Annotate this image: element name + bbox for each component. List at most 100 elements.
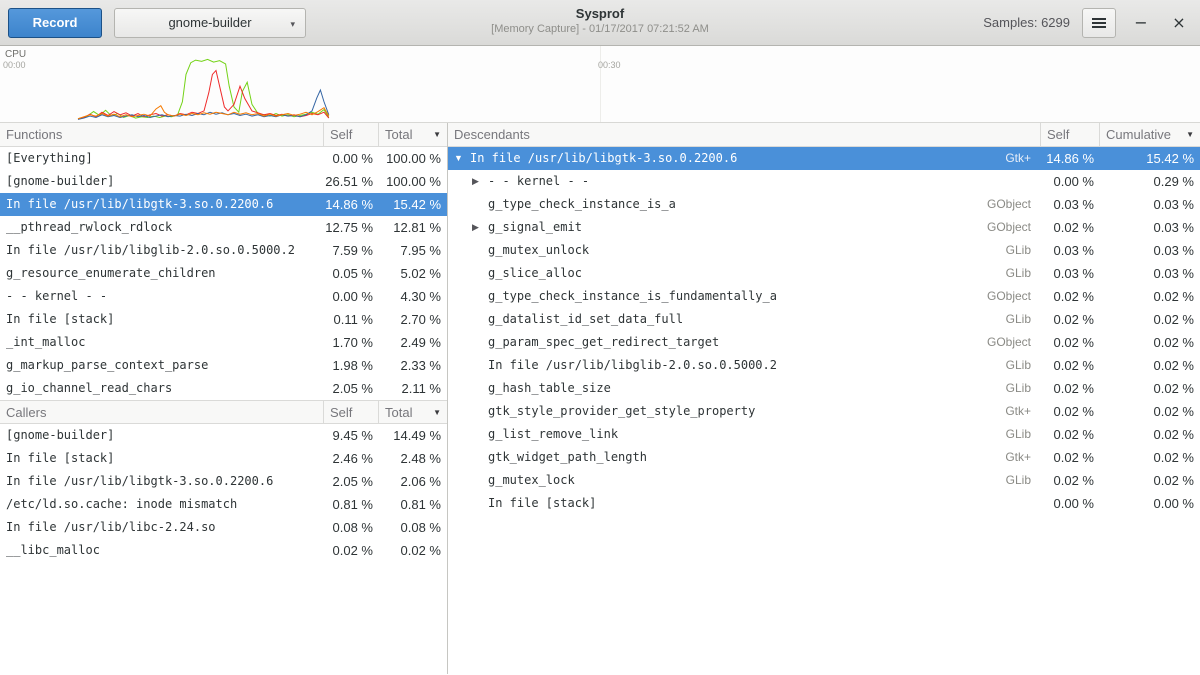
table-row[interactable]: In file [stack]0.11 %2.70 %	[0, 308, 447, 331]
cumulative-cell: 15.42 %	[1100, 147, 1200, 170]
table-row[interactable]: In file /usr/lib/libgtk-3.so.0.2200.614.…	[0, 193, 447, 216]
table-row[interactable]: /etc/ld.so.cache: inode mismatch0.81 %0.…	[0, 493, 447, 516]
table-row[interactable]: - - kernel - -0.00 %4.30 %	[0, 285, 447, 308]
descendants-column-header[interactable]: Descendants	[448, 123, 1041, 146]
self-cell: 0.02 %	[1041, 308, 1100, 331]
cpu-graph[interactable]: CPU 00:00 00:30	[0, 46, 1200, 123]
functions-list: [Everything]0.00 %100.00 %[gnome-builder…	[0, 147, 447, 400]
table-row[interactable]: ▼In file /usr/lib/libgtk-3.so.0.2200.6Gt…	[448, 147, 1200, 170]
self-column-header[interactable]: Self	[1041, 123, 1100, 146]
table-row[interactable]: _int_malloc1.70 %2.49 %	[0, 331, 447, 354]
category-label: GObject	[981, 285, 1041, 308]
process-selector-dropdown[interactable]: gnome-builder ▾	[114, 8, 306, 38]
table-row[interactable]: ▶- - kernel - -0.00 %0.29 %	[448, 170, 1200, 193]
self-cell: 0.02 %	[1041, 446, 1100, 469]
self-cell: 0.02 %	[1041, 400, 1100, 423]
table-row[interactable]: In file /usr/lib/libglib-2.0.so.0.5000.2…	[448, 354, 1200, 377]
total-column-header[interactable]: Total ▼	[379, 123, 447, 146]
cpu-graph-canvas	[0, 46, 1200, 122]
function-name-cell: In file /usr/lib/libgtk-3.so.0.2200.6	[0, 470, 324, 493]
table-row[interactable]: g_markup_parse_context_parse1.98 %2.33 %	[0, 354, 447, 377]
cumulative-cell: 0.00 %	[1100, 492, 1200, 515]
headerbar: Record gnome-builder ▾ Sysprof [Memory C…	[0, 0, 1200, 46]
category-label	[981, 492, 1041, 515]
function-name: g_mutex_lock	[488, 469, 575, 492]
table-row[interactable]: g_list_remove_linkGLib0.02 %0.02 %	[448, 423, 1200, 446]
table-row[interactable]: In file /usr/lib/libgtk-3.so.0.2200.6 2.0…	[0, 470, 447, 493]
descendant-name-cell: g_type_check_instance_is_a	[448, 193, 981, 216]
sort-indicator-icon: ▼	[433, 123, 441, 146]
callers-column-header[interactable]: Callers	[0, 401, 324, 423]
table-row[interactable]: g_datalist_id_set_data_fullGLib0.02 %0.0…	[448, 308, 1200, 331]
function-name: g_type_check_instance_is_a	[488, 193, 676, 216]
category-label: GLib	[981, 239, 1041, 262]
cumulative-column-header[interactable]: Cumulative ▼	[1100, 123, 1200, 146]
table-row[interactable]: ▶g_signal_emitGObject0.02 %0.03 %	[448, 216, 1200, 239]
close-button[interactable]: ×	[1166, 10, 1192, 36]
table-row[interactable]: g_mutex_unlockGLib0.03 %0.03 %	[448, 239, 1200, 262]
total-cell: 2.06 %	[379, 470, 447, 493]
total-cell: 2.33 %	[379, 354, 447, 377]
total-cell: 100.00 %	[379, 147, 447, 170]
sort-indicator-icon: ▼	[1186, 123, 1194, 146]
headerbar-right-cluster: Samples: 6299 − ×	[983, 8, 1192, 38]
function-name: g_list_remove_link	[488, 423, 618, 446]
functions-column-header[interactable]: Functions	[0, 123, 324, 146]
minimize-button[interactable]: −	[1128, 10, 1154, 36]
table-row[interactable]: [Everything]0.00 %100.00 %	[0, 147, 447, 170]
table-row[interactable]: [gnome-builder]9.45 %14.49 %	[0, 424, 447, 447]
menu-button[interactable]	[1082, 8, 1116, 38]
total-cell: 0.08 %	[379, 516, 447, 539]
table-row[interactable]: g_type_check_instance_is_fundamentally_a…	[448, 285, 1200, 308]
category-label: Gtk+	[981, 400, 1041, 423]
table-row[interactable]: g_mutex_lockGLib0.02 %0.02 %	[448, 469, 1200, 492]
callers-panel: Callers Self Total ▼ [gnome-builder]9.45…	[0, 400, 447, 562]
total-cell: 14.49 %	[379, 424, 447, 447]
table-row[interactable]: g_param_spec_get_redirect_targetGObject0…	[448, 331, 1200, 354]
self-column-header[interactable]: Self	[324, 123, 379, 146]
self-cell: 0.08 %	[324, 516, 379, 539]
callers-header-row: Callers Self Total ▼	[0, 400, 447, 424]
expander-open-icon[interactable]: ▼	[454, 147, 470, 170]
table-row[interactable]: [gnome-builder]26.51 %100.00 %	[0, 170, 447, 193]
table-row[interactable]: g_slice_allocGLib0.03 %0.03 %	[448, 262, 1200, 285]
self-cell: 26.51 %	[324, 170, 379, 193]
cumulative-cell: 0.02 %	[1100, 446, 1200, 469]
function-name-cell: g_markup_parse_context_parse	[0, 354, 324, 377]
cumulative-cell: 0.02 %	[1100, 331, 1200, 354]
function-name-cell: [gnome-builder]	[0, 424, 324, 447]
self-cell: 0.02 %	[1041, 216, 1100, 239]
table-row[interactable]: g_io_channel_read_chars2.05 %2.11 %	[0, 377, 447, 400]
table-row[interactable]: In file [stack]2.46 %2.48 %	[0, 447, 447, 470]
table-row[interactable]: g_hash_table_sizeGLib0.02 %0.02 %	[448, 377, 1200, 400]
table-row[interactable]: g_type_check_instance_is_aGObject0.03 %0…	[448, 193, 1200, 216]
sort-indicator-icon: ▼	[433, 401, 441, 423]
record-button[interactable]: Record	[8, 8, 102, 38]
table-row[interactable]: __pthread_rwlock_rdlock12.75 %12.81 %	[0, 216, 447, 239]
function-name: g_signal_emit	[488, 216, 582, 239]
main-content: Functions Self Total ▼ [Everything]0.00 …	[0, 123, 1200, 674]
descendant-name-cell: ▶- - kernel - -	[448, 170, 981, 193]
total-column-header[interactable]: Total ▼	[379, 401, 447, 423]
table-row[interactable]: gtk_widget_path_lengthGtk+0.02 %0.02 %	[448, 446, 1200, 469]
descendant-name-cell: gtk_style_provider_get_style_property	[448, 400, 981, 423]
cumulative-cell: 0.02 %	[1100, 423, 1200, 446]
function-name: g_param_spec_get_redirect_target	[488, 331, 719, 354]
self-cell: 0.02 %	[1041, 423, 1100, 446]
table-row[interactable]: In file /usr/lib/libglib-2.0.so.0.5000.2…	[0, 239, 447, 262]
table-row[interactable]: g_resource_enumerate_children0.05 %5.02 …	[0, 262, 447, 285]
expander-closed-icon[interactable]: ▶	[472, 216, 488, 239]
cpu-red-line	[78, 70, 329, 119]
self-cell: 0.02 %	[1041, 469, 1100, 492]
table-row[interactable]: gtk_style_provider_get_style_propertyGtk…	[448, 400, 1200, 423]
table-row[interactable]: In file [stack]0.00 %0.00 %	[448, 492, 1200, 515]
function-name: g_type_check_instance_is_fundamentally_a	[488, 285, 777, 308]
functions-panel: Functions Self Total ▼ [Everything]0.00 …	[0, 123, 447, 400]
table-row[interactable]: __libc_malloc0.02 %0.02 %	[0, 539, 447, 562]
total-cell: 2.70 %	[379, 308, 447, 331]
self-cell: 0.00 %	[1041, 492, 1100, 515]
cumulative-cell: 0.29 %	[1100, 170, 1200, 193]
table-row[interactable]: In file /usr/lib/libc-2.24.so0.08 %0.08 …	[0, 516, 447, 539]
self-column-header[interactable]: Self	[324, 401, 379, 423]
expander-closed-icon[interactable]: ▶	[472, 170, 488, 193]
